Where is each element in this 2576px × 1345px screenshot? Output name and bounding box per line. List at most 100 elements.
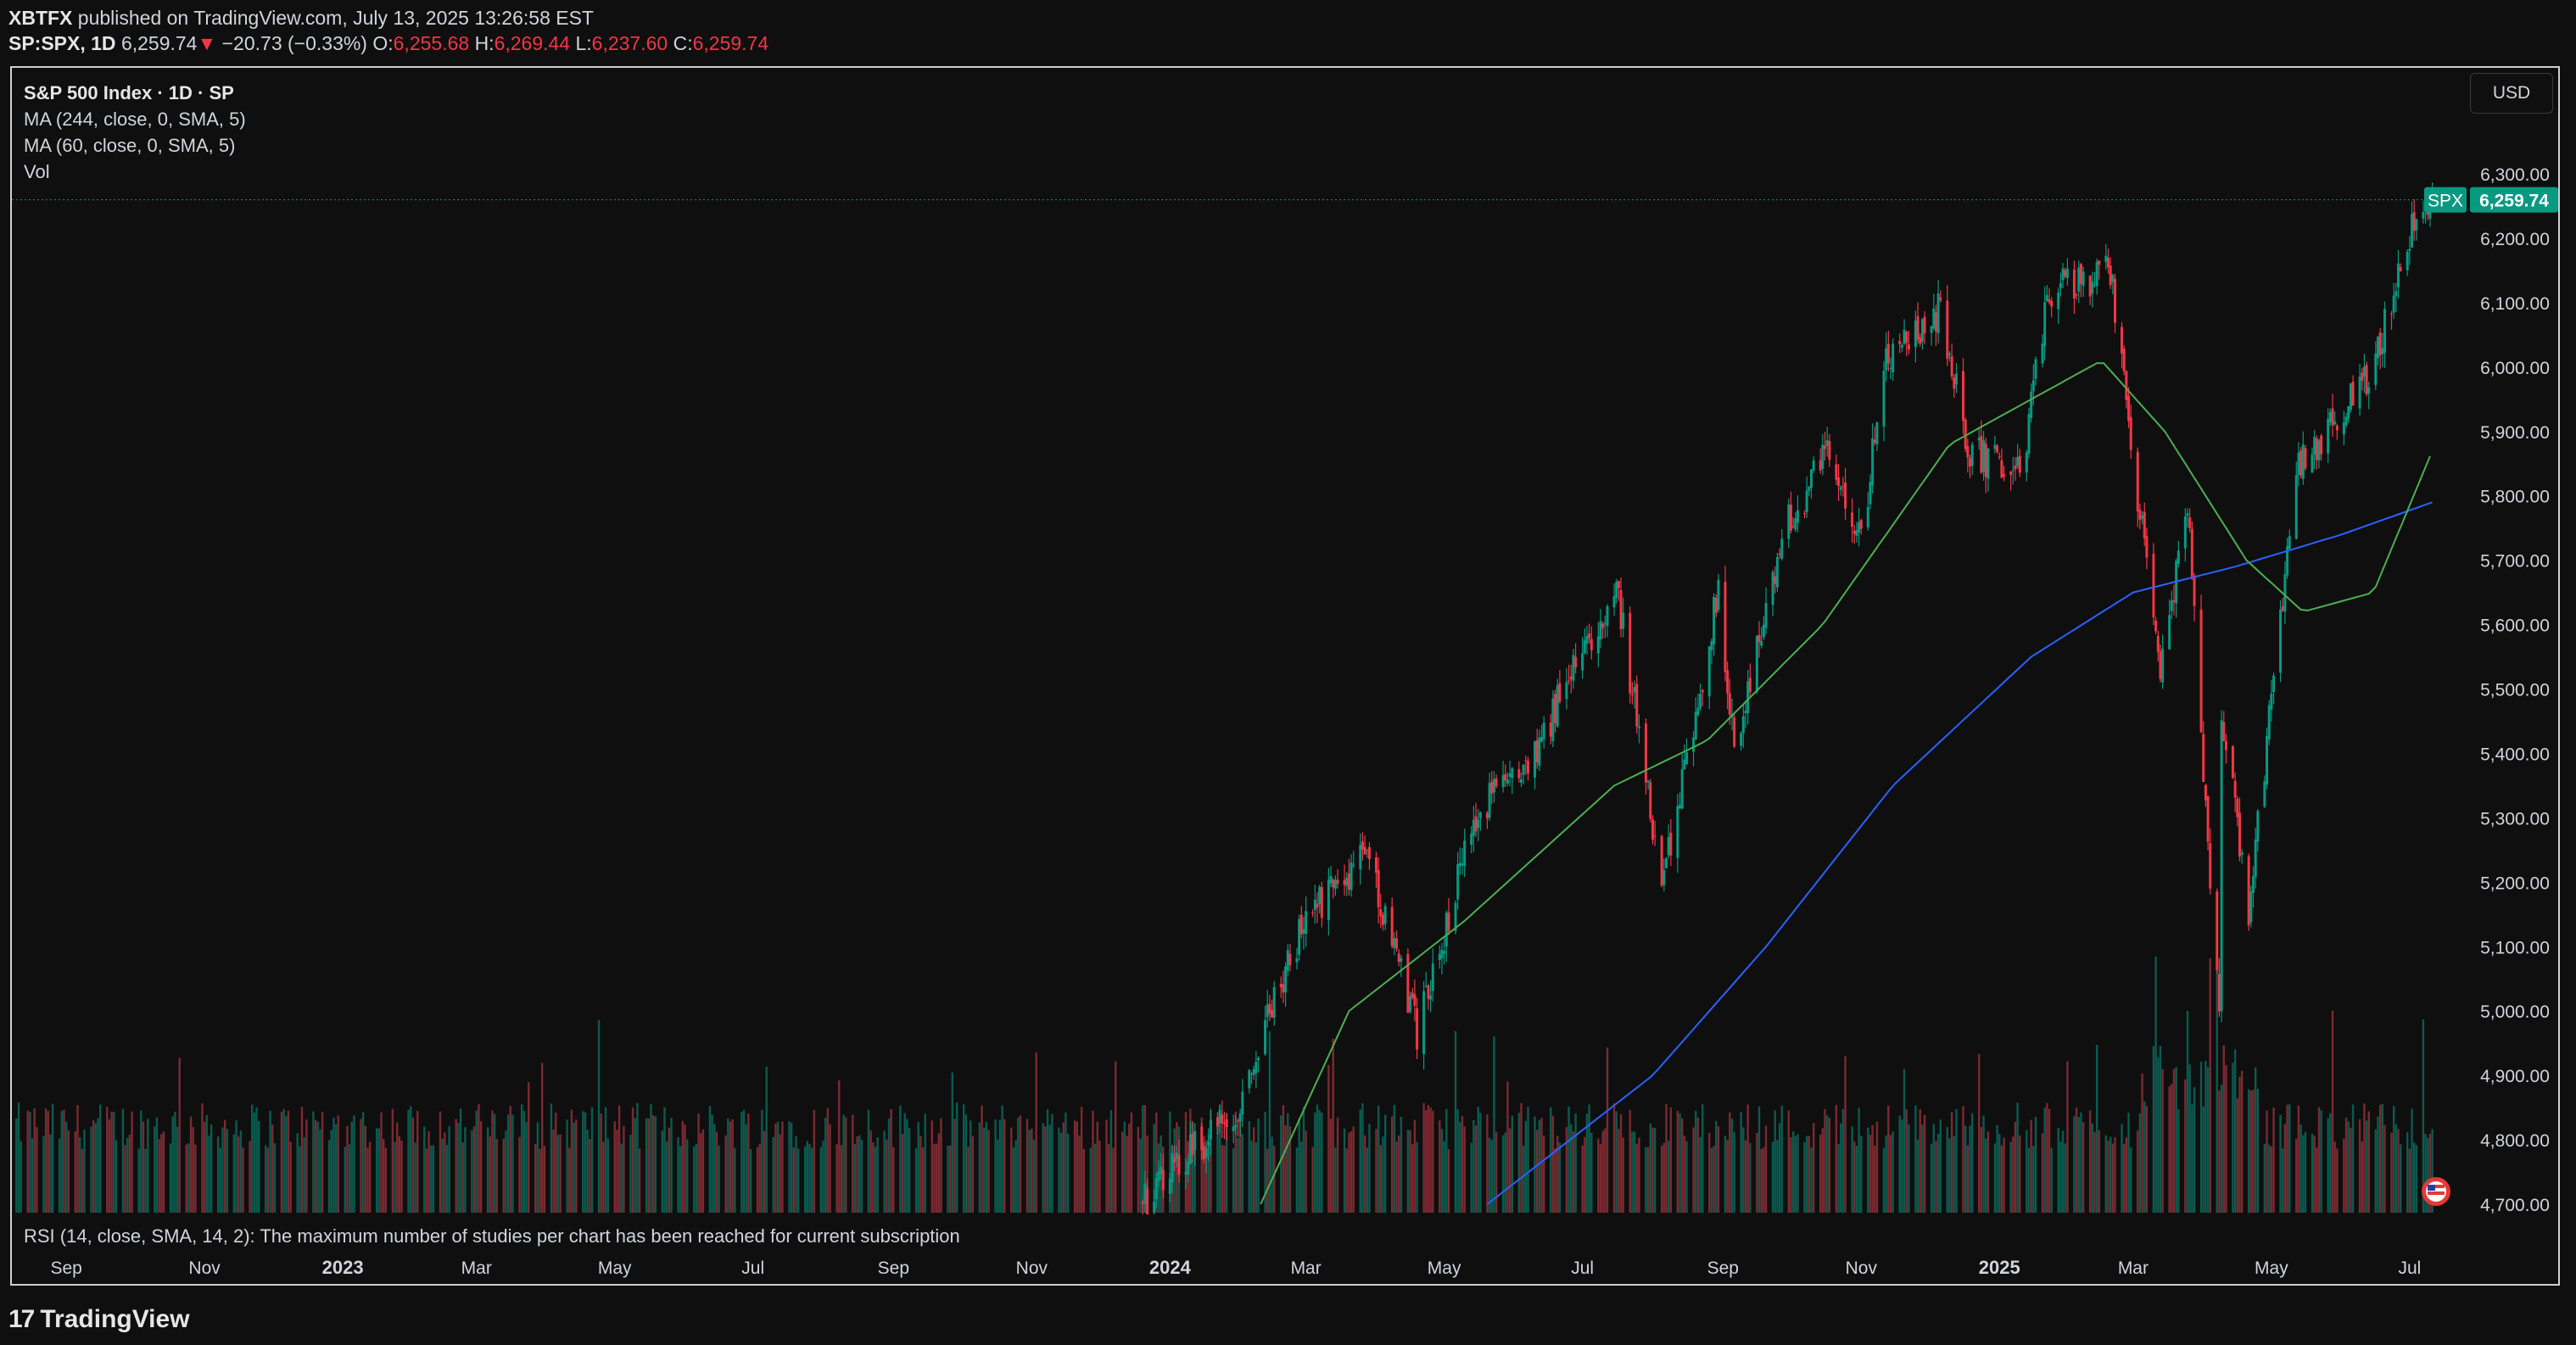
volume-bar — [360, 1119, 362, 1213]
volume-bar — [1921, 1125, 1924, 1213]
volume-bar — [432, 1145, 435, 1213]
volume-bar — [686, 1139, 689, 1213]
volume-bar — [971, 1136, 975, 1213]
candle — [2202, 721, 2205, 783]
legend-ma-60[interactable]: MA (60, close, 0, SMA, 5) — [24, 132, 246, 159]
volume-bar — [604, 1107, 607, 1213]
candle — [2408, 236, 2411, 265]
volume-bar — [1010, 1127, 1013, 1213]
volume-bar — [1459, 1122, 1461, 1213]
volume-bar — [1776, 1140, 1779, 1213]
currency-button[interactable]: USD — [2470, 73, 2553, 114]
candle — [1383, 902, 1387, 930]
volume-bar — [1216, 1125, 1219, 1213]
volume-bar — [1903, 1069, 1906, 1213]
volume-bar — [2408, 1148, 2411, 1213]
flag-icon[interactable] — [2422, 1177, 2450, 1206]
volume-bar — [813, 1109, 816, 1213]
volume-bar — [636, 1102, 639, 1213]
volume-bar — [1787, 1110, 1790, 1213]
time-axis[interactable]: Sep Nov 2023 Mar May Jul Sep Nov 2024 Mar May Jul Se… — [50, 1257, 2421, 1278]
legend-volume[interactable]: Vol — [24, 159, 246, 185]
candle — [1538, 729, 1541, 772]
volume-bar — [90, 1126, 92, 1213]
candle — [2351, 375, 2355, 406]
x-tick-label: Nov — [188, 1258, 221, 1278]
volume-bar — [1970, 1113, 1974, 1213]
volume-bar — [860, 1140, 863, 1213]
candle — [1962, 358, 1965, 435]
volume-bar — [681, 1120, 685, 1213]
volume-bar — [1590, 1132, 1593, 1213]
volume-bar — [1064, 1112, 1067, 1213]
legend-title[interactable]: S&P 500 Index · 1D · SP — [24, 80, 246, 106]
volume-bar — [1300, 1141, 1303, 1213]
volume-bar — [1332, 1038, 1334, 1213]
candle — [1920, 318, 1924, 350]
volume-bar — [2297, 1105, 2300, 1213]
price-axis[interactable]: 6,300.00 6,200.00 6,100.00 6,000.00 5,900.00… — [2480, 165, 2550, 1215]
candle — [1796, 495, 1799, 533]
volume-bar — [64, 1121, 68, 1213]
volume-bar — [1543, 1136, 1545, 1213]
volume-bar — [2329, 1113, 2332, 1213]
volume-bar — [140, 1110, 142, 1213]
x-tick-label: May — [598, 1258, 632, 1278]
volume-bar — [1098, 1141, 1101, 1213]
volume-bar — [1511, 1115, 1514, 1213]
volume-bar — [647, 1118, 651, 1213]
candle — [1825, 427, 1829, 457]
candle — [2349, 382, 2352, 413]
candle — [1377, 857, 1380, 924]
candle — [2283, 561, 2287, 624]
volume-bar — [1096, 1121, 1099, 1213]
candle — [2204, 784, 2207, 807]
candle — [1527, 756, 1530, 781]
y-tick-label: 4,900.00 — [2480, 1067, 2550, 1086]
volume-bar — [2019, 1135, 2021, 1213]
volume-bar — [772, 1136, 774, 1213]
candle — [2238, 797, 2241, 862]
volume-bar — [2206, 1067, 2210, 1213]
candle — [1993, 436, 1997, 454]
candle — [1886, 330, 1890, 372]
volume-bar — [1860, 1136, 1863, 1213]
y-tick-label: 4,800.00 — [2480, 1131, 2550, 1151]
volume-bar — [590, 1107, 594, 1213]
volume-bar — [2279, 1114, 2282, 1213]
volume-bar — [1803, 1141, 1806, 1213]
candle — [1534, 740, 1537, 790]
volume-bar — [2283, 1124, 2287, 1213]
volume-bar — [430, 1145, 433, 1213]
volume-bar — [1715, 1120, 1718, 1213]
volume-bar — [2392, 1106, 2395, 1213]
price-tag-value: 6,259.74 — [2479, 192, 2549, 211]
volume-bar — [2317, 1107, 2321, 1213]
tradingview-brand[interactable]: 17 TradingView — [8, 1303, 190, 1337]
volume-bar — [1109, 1110, 1113, 1213]
candle — [1764, 587, 1768, 634]
candle — [1519, 772, 1523, 788]
volume-bar — [1345, 1148, 1348, 1213]
volume-bar — [1073, 1120, 1076, 1213]
volume-bar — [2415, 1145, 2418, 1213]
candle — [2145, 527, 2149, 570]
volume-bar — [491, 1110, 494, 1213]
volume-bar — [1679, 1113, 1681, 1213]
volume-bar — [208, 1136, 210, 1213]
legend-ma-244[interactable]: MA (244, close, 0, SMA, 5) — [24, 106, 246, 132]
candle — [1241, 1079, 1244, 1128]
candle — [1431, 948, 1434, 1002]
volume-bar — [346, 1125, 349, 1213]
candle — [2152, 543, 2155, 625]
volume-bar — [1014, 1140, 1017, 1213]
volume-bar — [2233, 1049, 2237, 1213]
volume-bar — [348, 1144, 351, 1213]
volume-bar — [2077, 1117, 2080, 1213]
volume-bar — [2125, 1137, 2128, 1213]
volume-bar — [806, 1141, 809, 1213]
candle — [1336, 868, 1339, 889]
price-chart[interactable]: 6,300.00 6,200.00 6,100.00 6,000.00 5,900.00… — [0, 0, 2576, 1345]
volume-bar — [1383, 1114, 1387, 1213]
candle — [2186, 508, 2189, 528]
